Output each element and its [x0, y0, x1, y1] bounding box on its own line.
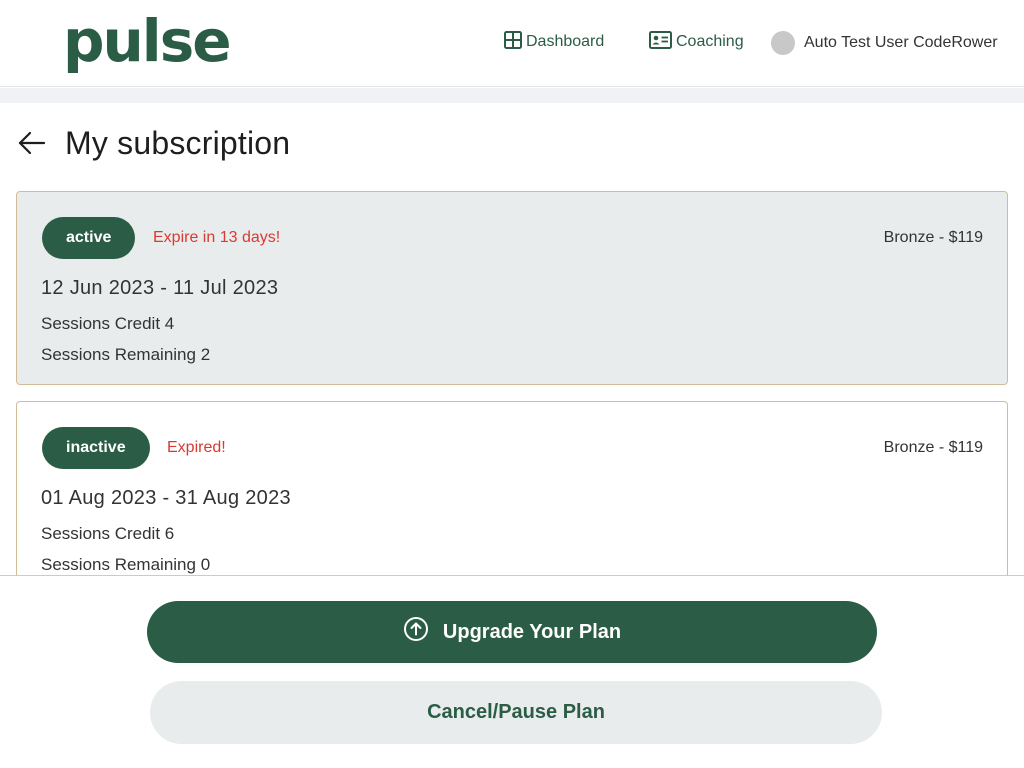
arrow-left-icon — [18, 131, 46, 155]
sessions-credit: Sessions Credit 4 — [41, 314, 175, 333]
status-badge: inactive — [42, 427, 150, 469]
cancel-pause-plan-label: Cancel/Pause Plan — [427, 701, 605, 723]
arrow-up-circle-icon — [403, 616, 429, 648]
expiry-note: Expired! — [167, 439, 226, 456]
subscription-dates: 12 Jun 2023 - 11 Jul 2023 — [41, 277, 279, 299]
nav-coaching[interactable]: Coaching — [649, 30, 744, 54]
sessions-credit: Sessions Credit 6 — [41, 524, 175, 543]
page-title: My subscription — [65, 124, 291, 161]
status-badge: active — [42, 217, 136, 259]
nav-dashboard[interactable]: Dashboard — [504, 30, 605, 54]
user-name: Auto Test User CodeRower — [804, 34, 998, 51]
sessions-remaining: Sessions Remaining 2 — [41, 345, 211, 364]
plan-price: Bronze - $119 — [883, 439, 983, 456]
grid-icon — [504, 30, 522, 54]
subscription-card-active: active Expire in 13 days! Bronze - $119 … — [16, 191, 1008, 385]
avatar — [771, 31, 795, 55]
subscription-dates: 01 Aug 2023 - 31 Aug 2023 — [41, 487, 291, 509]
sessions-remaining: Sessions Remaining 0 — [41, 555, 211, 574]
pulse-logo[interactable]: pulse — [63, 6, 232, 76]
upgrade-plan-label: Upgrade Your Plan — [442, 620, 622, 643]
action-panel: Upgrade Your Plan Cancel/Pause Plan — [0, 575, 1024, 768]
nav-coaching-label: Coaching — [676, 33, 744, 50]
back-button[interactable] — [18, 129, 46, 157]
expiry-note: Expire in 13 days! — [153, 229, 281, 246]
id-card-icon — [649, 30, 672, 54]
cancel-pause-plan-button[interactable]: Cancel/Pause Plan — [150, 681, 882, 744]
top-header: pulse Dashboard Coaching Auto Test User … — [0, 0, 1024, 87]
upgrade-plan-button[interactable]: Upgrade Your Plan — [147, 601, 877, 663]
nav-dashboard-label: Dashboard — [526, 33, 605, 50]
user-menu[interactable]: Auto Test User CodeRower — [771, 31, 998, 55]
subscription-card-inactive: inactive Expired! Bronze - $119 01 Aug 2… — [16, 401, 1008, 601]
header-divider-strip — [0, 88, 1024, 103]
plan-price: Bronze - $119 — [883, 229, 983, 246]
page-title-row: My subscription — [18, 122, 290, 164]
